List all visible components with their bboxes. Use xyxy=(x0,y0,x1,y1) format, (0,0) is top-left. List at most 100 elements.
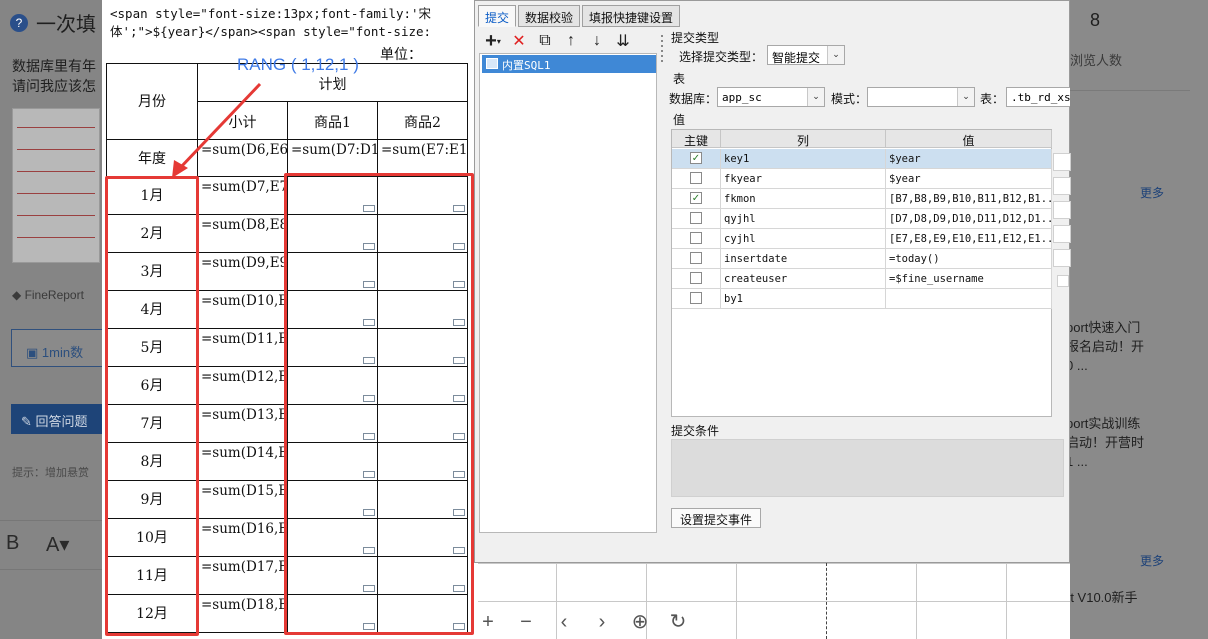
column-name-cell[interactable]: cyjhl xyxy=(721,229,886,248)
col-value[interactable]: 值 xyxy=(886,130,1052,148)
field-row[interactable]: qyjhl [D7,D8,D9,D10,D11,D12,D1... xyxy=(672,209,1052,229)
more-link[interactable]: 更多 xyxy=(1140,552,1164,569)
column-name-cell[interactable]: fkmon xyxy=(721,189,886,208)
more-link[interactable]: 更多 xyxy=(1140,184,1164,201)
tab-shortcut-settings[interactable]: 填报快捷键设置 xyxy=(582,5,681,27)
subtotal-formula-cell[interactable]: =sum(D17,E17) xyxy=(197,556,288,595)
sort-icon[interactable]: ⇊ xyxy=(613,31,633,51)
report-sheet[interactable]: <span style="font-size:13px;font-family:… xyxy=(102,0,478,639)
subtotal-formula-cell[interactable]: =sum(D12,E12) xyxy=(197,366,288,405)
value-cell[interactable]: =today() xyxy=(886,249,1052,268)
year-product2-cell[interactable]: =sum(E7:E18) xyxy=(377,139,468,177)
field-row[interactable]: createuser =$fine_username xyxy=(672,269,1052,289)
value-cell[interactable] xyxy=(886,289,1052,308)
primary-key-checkbox[interactable] xyxy=(690,212,702,224)
question-title-text: 一次填 xyxy=(36,14,96,36)
tree-item-sql1[interactable]: 内置SQL1 xyxy=(482,55,656,73)
value-cell[interactable]: $year xyxy=(886,149,1052,168)
next-icon[interactable]: › xyxy=(590,610,614,634)
subtotal-formula-cell[interactable]: =sum(D11,E11) xyxy=(197,328,288,367)
subtotal-formula-cell[interactable]: =sum(D7,E7) xyxy=(197,176,288,215)
related-post-3[interactable]: rt V10.0新手 xyxy=(1066,588,1138,607)
add-icon[interactable]: + ▾ xyxy=(483,30,503,52)
primary-key-checkbox[interactable] xyxy=(690,172,702,184)
col-column[interactable]: 列 xyxy=(721,130,886,148)
question-body-line: 请问我应该怎 xyxy=(12,78,96,94)
value-cell[interactable]: [E7,E8,E9,E10,E11,E12,E1... xyxy=(886,229,1052,248)
chevron-down-icon: ⌄ xyxy=(807,88,824,106)
subtotal-formula-cell[interactable]: =sum(D9,E9) xyxy=(197,252,288,291)
header-product1-cell[interactable]: 商品1 xyxy=(287,101,378,140)
primary-key-checkbox[interactable]: ✓ xyxy=(690,152,702,164)
one-min-button[interactable]: ▣ 1min数 xyxy=(11,329,111,367)
value-cell[interactable]: =$fine_username xyxy=(886,269,1052,288)
tab-data-validation[interactable]: 数据校验 xyxy=(518,5,581,27)
field-row[interactable]: insertdate =today() xyxy=(672,249,1052,269)
related-post-2[interactable]: port实战训练 启动！开营时 1 ... xyxy=(1066,414,1144,471)
field-row[interactable]: ✓ fkmon [B7,B8,B9,B10,B11,B12,B1... xyxy=(672,189,1052,209)
formula-text: =sum(D13,E13) xyxy=(201,407,288,423)
subtotal-formula-cell[interactable]: =sum(D13,E13) xyxy=(197,404,288,443)
header-month-cell[interactable]: 月份 xyxy=(106,63,198,140)
unit-label: 单位： xyxy=(380,47,422,63)
rotate-icon[interactable]: ↻ xyxy=(666,610,690,634)
font-color-button[interactable]: A▾ xyxy=(46,532,69,557)
field-row[interactable]: ✓ key1 $year xyxy=(672,149,1052,169)
answer-button[interactable]: ✎ 回答问题 xyxy=(11,404,111,434)
submit-settings-dialog: 提交 数据校验 填报快捷键设置 + ▾ ✕ ⧉ ↑ ↓ ⇊ 内置SQL1 提交类型… xyxy=(474,0,1071,563)
primary-key-checkbox[interactable] xyxy=(690,272,702,284)
formula-text: =sum(D17,E17) xyxy=(201,559,288,575)
subtotal-formula-cell[interactable]: =sum(D16,E16) xyxy=(197,518,288,557)
column-name-cell[interactable]: key1 xyxy=(721,149,886,168)
zoom-in-icon[interactable]: + xyxy=(476,610,500,634)
value-cell[interactable]: $year xyxy=(886,169,1052,188)
bold-button[interactable]: B xyxy=(6,532,19,555)
splitter-handle[interactable] xyxy=(660,29,664,549)
primary-key-checkbox[interactable] xyxy=(690,232,702,244)
related-post-1[interactable]: port快速入门 报名启动！开 0 ... xyxy=(1066,318,1144,375)
database-label: 数据库： xyxy=(669,92,718,106)
column-name-cell[interactable]: fkyear xyxy=(721,169,886,188)
column-name-cell[interactable]: createuser xyxy=(721,269,886,288)
subtotal-formula-cell[interactable]: =sum(D8,E8) xyxy=(197,214,288,253)
move-down-icon[interactable]: ↓ xyxy=(587,31,607,51)
copy-icon[interactable]: ⧉ xyxy=(535,31,555,51)
tab-submit[interactable]: 提交 xyxy=(478,5,517,27)
subtotal-formula-cell[interactable]: =sum(D18,E18) xyxy=(197,594,288,633)
database-select[interactable]: app_sc ⌄ xyxy=(717,87,825,107)
value-cell[interactable]: [D7,D8,D9,D10,D11,D12,D1... xyxy=(886,209,1052,228)
column-name-cell[interactable]: by1 xyxy=(721,289,886,308)
field-row[interactable]: cyjhl [E7,E8,E9,E10,E11,E12,E1... xyxy=(672,229,1052,249)
field-row[interactable]: by1 xyxy=(672,289,1052,309)
attachment-thumbnail[interactable] xyxy=(12,108,100,263)
mode-select[interactable]: ⌄ xyxy=(867,87,975,107)
primary-key-checkbox[interactable] xyxy=(690,292,702,304)
column-name-cell[interactable]: insertdate xyxy=(721,249,886,268)
year-subtotal-cell[interactable]: =sum(D6,E6) xyxy=(197,139,288,177)
submit-condition-area[interactable] xyxy=(671,439,1064,497)
header-subtotal-cell[interactable]: 小计 xyxy=(197,101,288,140)
set-submit-event-button[interactable]: 设置提交事件 xyxy=(671,508,762,528)
year-product1-cell[interactable]: =sum(D7:D18) xyxy=(287,139,378,177)
move-up-icon[interactable]: ↑ xyxy=(561,31,581,51)
subtotal-formula-cell[interactable]: =sum(D14,E14) xyxy=(197,442,288,481)
subtotal-formula-cell[interactable]: =sum(D15,E15) xyxy=(197,480,288,519)
primary-key-checkbox[interactable] xyxy=(690,252,702,264)
tag-finereport[interactable]: ◆ FineReport xyxy=(12,288,84,302)
subtotal-formula-cell[interactable]: =sum(D10,E10) xyxy=(197,290,288,329)
primary-key-checkbox[interactable]: ✓ xyxy=(690,192,702,204)
table-input[interactable]: .tb_rd_xsb xyxy=(1006,87,1070,107)
previous-icon[interactable]: ‹ xyxy=(552,610,576,634)
value-cell[interactable]: [B7,B8,B9,B10,B11,B12,B1... xyxy=(886,189,1052,208)
submit-condition-section: 提交条件 xyxy=(671,424,720,438)
year-label-cell[interactable]: 年度 xyxy=(106,139,198,177)
column-name-cell[interactable]: qyjhl xyxy=(721,209,886,228)
col-primary-key[interactable]: 主键 xyxy=(672,130,721,148)
zoom-out-icon[interactable]: − xyxy=(514,610,538,634)
field-row[interactable]: fkyear $year xyxy=(672,169,1052,189)
header-product2-cell[interactable]: 商品2 xyxy=(377,101,468,140)
fit-icon[interactable]: ⊕ xyxy=(628,610,652,634)
delete-icon[interactable]: ✕ xyxy=(509,31,529,51)
submit-type-select[interactable]: 智能提交 ⌄ xyxy=(767,45,845,65)
formula-text: =sum(D8,E8) xyxy=(201,217,288,233)
